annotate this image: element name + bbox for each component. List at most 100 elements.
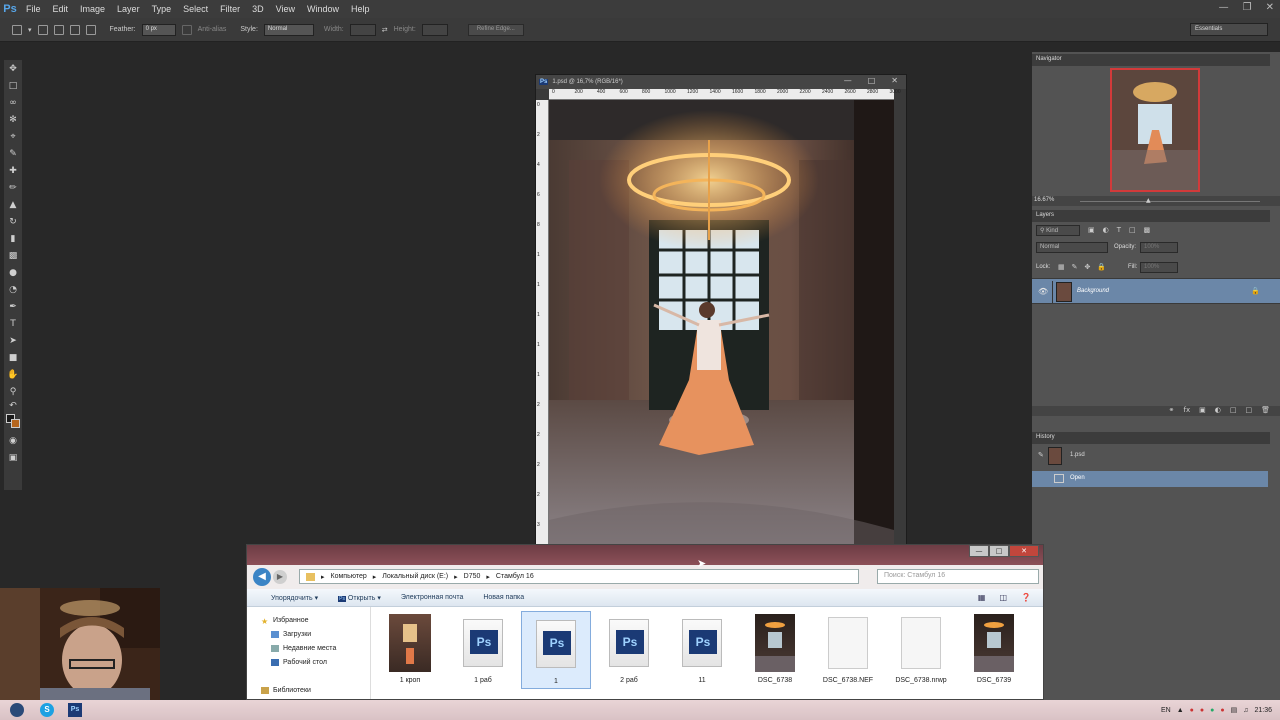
height-input[interactable] — [421, 23, 448, 36]
file-item[interactable]: DSC_6738 — [740, 611, 810, 689]
menu-filter[interactable]: Filter — [214, 0, 246, 18]
new-layer-icon[interactable]: □ — [1245, 406, 1252, 414]
layer-visibility-eye-icon[interactable]: 👁 — [1038, 287, 1048, 296]
brush-tool-icon[interactable]: ✏ — [4, 179, 22, 196]
explorer-title-bar[interactable] — [247, 545, 1043, 565]
file-item[interactable]: Ps 1 — [521, 611, 591, 689]
marquee-tool-preset-icon[interactable] — [12, 24, 22, 35]
menu-file[interactable]: File — [20, 0, 47, 18]
add-selection-icon[interactable] — [53, 24, 64, 35]
blend-mode-select[interactable]: Normal — [1036, 242, 1108, 253]
doc-maximize-icon[interactable]: □ — [868, 76, 876, 85]
volume-icon[interactable]: ♫ — [1243, 707, 1248, 714]
document-canvas[interactable] — [549, 100, 894, 547]
help-icon[interactable]: ❓ — [1021, 593, 1031, 602]
tray-app-icon[interactable]: ● — [1210, 707, 1214, 714]
skype-taskbar-icon[interactable]: S — [34, 701, 60, 719]
dodge-tool-icon[interactable]: ◔ — [4, 281, 22, 298]
color-swatches[interactable] — [4, 412, 22, 432]
document-vertical-scrollbar[interactable] — [894, 100, 906, 547]
start-button[interactable] — [2, 701, 32, 719]
menu-view[interactable]: View — [270, 0, 301, 18]
add-mask-icon[interactable]: ▣ — [1199, 406, 1206, 414]
swap-colors-icon[interactable]: ↶ — [4, 400, 22, 412]
path-segment[interactable]: Стамбул 16 — [496, 573, 534, 580]
file-item[interactable]: Ps 1 раб — [448, 611, 518, 689]
photoshop-taskbar-icon[interactable]: Ps — [62, 701, 88, 719]
clock[interactable]: 21:36 — [1254, 707, 1272, 714]
menu-image[interactable]: Image — [74, 0, 111, 18]
restore-icon[interactable]: ❐ — [1243, 2, 1252, 13]
filter-shape-icon[interactable]: □ — [1129, 226, 1136, 234]
file-item[interactable]: DSC_6738.NEF — [813, 611, 883, 689]
back-arrow-icon[interactable]: ◀ — [253, 568, 271, 586]
screen-mode-icon[interactable]: ▣ — [4, 449, 22, 466]
file-item[interactable]: DSC_6739 — [959, 611, 1029, 689]
explorer-close-icon[interactable]: ✕ — [1009, 545, 1039, 557]
organize-button[interactable]: Упорядочить ▾ — [261, 594, 328, 602]
nav-downloads[interactable]: Загрузки — [271, 631, 311, 638]
menu-3d[interactable]: 3D — [246, 0, 270, 18]
nav-recent[interactable]: Недавние места — [271, 645, 336, 652]
layer-name[interactable]: Background — [1077, 288, 1109, 294]
doc-minimize-icon[interactable]: — — [844, 76, 852, 85]
refine-edge-button[interactable]: Refine Edge... — [467, 23, 524, 36]
lock-all-icon[interactable]: 🔒 — [1097, 263, 1106, 271]
intersect-selection-icon[interactable] — [85, 24, 96, 35]
tray-app-icon[interactable]: ● — [1220, 707, 1224, 714]
navigator-panel-header[interactable]: Navigator — [1032, 54, 1270, 66]
fx-icon[interactable]: fx — [1184, 406, 1191, 414]
address-path[interactable]: ▸ Компьютер ▸ Локальный диск (E:) ▸ D750… — [299, 569, 859, 584]
file-item[interactable]: Ps 2 раб — [594, 611, 664, 689]
layer-filter-select[interactable]: ⚲ Kind — [1036, 225, 1080, 236]
antialias-checkbox[interactable] — [181, 24, 192, 35]
lock-position-icon[interactable]: ✥ — [1085, 263, 1091, 271]
menu-help[interactable]: Help — [345, 0, 376, 18]
menu-window[interactable]: Window — [301, 0, 345, 18]
network-icon[interactable]: ▤ — [1231, 706, 1238, 714]
nav-desktop[interactable]: Рабочий стол — [271, 659, 327, 666]
menu-select[interactable]: Select — [177, 0, 214, 18]
tray-app-icon[interactable]: ● — [1200, 707, 1204, 714]
lock-transparent-icon[interactable]: ▦ — [1058, 263, 1065, 271]
delete-layer-icon[interactable]: 🗑 — [1261, 406, 1270, 414]
eraser-tool-icon[interactable]: ▮ — [4, 230, 22, 247]
new-folder-button[interactable]: Новая папка — [473, 594, 534, 601]
menu-layer[interactable]: Layer — [111, 0, 146, 18]
close-icon[interactable]: ✕ — [1266, 2, 1274, 13]
language-indicator[interactable]: EN — [1161, 707, 1171, 714]
type-tool-icon[interactable]: T — [4, 315, 22, 332]
new-selection-icon[interactable] — [37, 24, 48, 35]
filter-pixel-icon[interactable]: ▣ — [1088, 226, 1095, 234]
shape-tool-icon[interactable]: ■ — [4, 349, 22, 366]
blur-tool-icon[interactable]: ● — [4, 264, 22, 281]
history-panel-header[interactable]: History — [1032, 432, 1270, 444]
filter-adjust-icon[interactable]: ◐ — [1103, 226, 1109, 234]
tray-app-icon[interactable]: ● — [1190, 707, 1194, 714]
path-segment[interactable]: D750 — [464, 573, 481, 580]
file-item[interactable]: 1 кроп — [375, 611, 445, 689]
minimize-icon[interactable]: — — [1219, 2, 1229, 13]
pen-tool-icon[interactable]: ✒ — [4, 298, 22, 315]
navigator-zoom-slider[interactable] — [1080, 201, 1260, 202]
explorer-minimize-icon[interactable]: — — [969, 545, 989, 557]
crop-tool-icon[interactable]: ⌖ — [4, 128, 22, 145]
layer-row-background[interactable]: 👁 Background 🔒 — [1032, 278, 1280, 304]
lasso-tool-icon[interactable]: ∞ — [4, 94, 22, 111]
move-tool-icon[interactable]: ✥ — [4, 60, 22, 77]
history-brush-tool-icon[interactable]: ↻ — [4, 213, 22, 230]
layers-panel-header[interactable]: Layers — [1032, 210, 1270, 222]
preview-pane-icon[interactable]: ◫ — [999, 593, 1007, 602]
workspace-select[interactable]: Essentials — [1190, 23, 1268, 36]
explorer-maximize-icon[interactable]: □ — [989, 545, 1009, 557]
opacity-input[interactable]: 100% — [1140, 242, 1178, 253]
menu-edit[interactable]: Edit — [47, 0, 75, 18]
lock-image-icon[interactable]: ✎ — [1072, 263, 1078, 271]
path-segment[interactable]: Компьютер — [331, 573, 367, 580]
open-button[interactable]: Ps Открыть ▾ — [328, 594, 391, 602]
fill-input[interactable]: 100% — [1140, 262, 1178, 273]
explorer-search-input[interactable]: Поиск: Стамбул 16 — [877, 569, 1039, 584]
nav-libraries[interactable]: Библиотеки — [261, 687, 311, 694]
zoom-slider-handle-icon[interactable]: ▲ — [1146, 197, 1151, 204]
marquee-tool-icon[interactable]: □ — [4, 77, 22, 94]
